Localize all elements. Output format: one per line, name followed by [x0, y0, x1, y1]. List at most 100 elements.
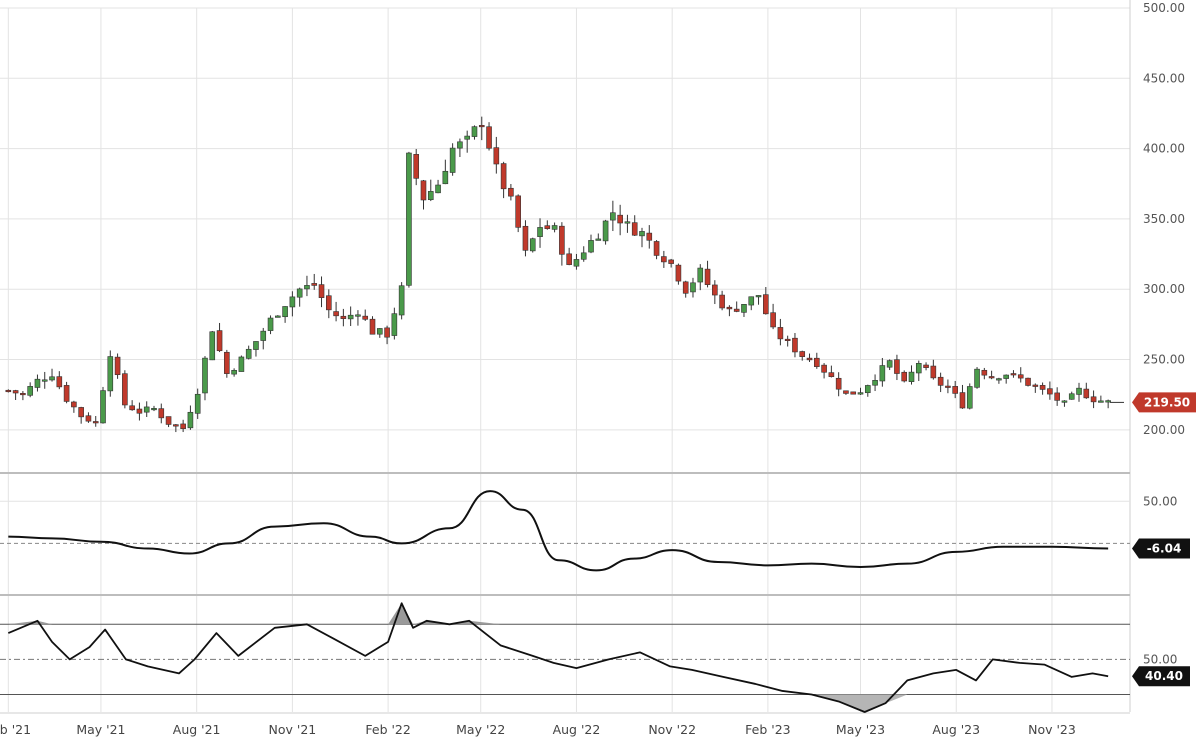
candle-body	[814, 357, 820, 367]
candle-body	[180, 423, 186, 430]
candle-body	[930, 365, 937, 379]
candle-body	[71, 401, 77, 408]
candle-body	[872, 380, 878, 386]
candle-body	[573, 259, 580, 267]
candle-body	[668, 259, 674, 264]
candle-body	[704, 268, 711, 285]
osc2-axis-tick-label: 50.00	[1143, 652, 1177, 666]
candle-body	[886, 360, 893, 368]
osc2-value-label: 40.40	[1145, 669, 1183, 683]
candle-body	[675, 264, 682, 282]
axis-layer: 500.00 450.00 400.00 350.00 300.00 250.00 200.…	[0, 1, 1185, 737]
candle-body	[376, 328, 383, 335]
candle-body	[661, 256, 667, 263]
candle-body	[828, 372, 835, 377]
candle-body	[187, 411, 194, 429]
price-axis-tick-label: 250.00	[1143, 353, 1185, 367]
candle-body	[267, 317, 274, 331]
time-axis-tick-label: Nov '23	[1028, 722, 1076, 737]
price-axis-tick-label: 400.00	[1143, 142, 1185, 156]
candle-body	[92, 421, 99, 424]
candle-body	[326, 295, 332, 311]
candle-body	[1017, 374, 1024, 379]
candle-body	[1010, 373, 1017, 376]
time-axis-tick-label: Nov '21	[269, 722, 317, 737]
candle-body	[486, 126, 492, 149]
candle-body	[347, 314, 354, 320]
candle-body	[1003, 374, 1009, 379]
candle-body	[122, 373, 128, 406]
candle-body	[355, 314, 361, 317]
candle-body	[318, 284, 325, 298]
price-panel: 219.50	[5, 116, 1196, 433]
candle-body	[733, 308, 740, 312]
candle-body	[835, 377, 842, 390]
candle-body	[981, 369, 988, 376]
candle-body	[78, 407, 84, 418]
candle-body	[915, 363, 922, 374]
candle-body	[799, 351, 806, 357]
candle-body	[719, 294, 725, 309]
price-axis-tick-label: 200.00	[1143, 423, 1185, 437]
candle-body	[551, 225, 558, 230]
candle-body	[1076, 387, 1082, 395]
price-axis-tick-label: 500.00	[1143, 1, 1185, 15]
candle-body	[165, 416, 172, 425]
candle-body	[20, 392, 26, 396]
time-axis-tick-label: May '23	[836, 722, 885, 737]
candle-body	[1068, 393, 1075, 400]
candle-body	[406, 152, 412, 286]
candle-body	[595, 238, 602, 241]
candle-body	[384, 327, 390, 338]
candle-body	[340, 315, 347, 319]
candle-body	[945, 385, 951, 388]
candle-body	[151, 408, 157, 411]
candle-body	[894, 359, 900, 374]
candle-body	[143, 406, 150, 413]
candle-body	[238, 356, 245, 372]
candle-body	[952, 386, 958, 394]
candle-body	[63, 385, 70, 402]
candle-body	[784, 338, 791, 341]
candle-body	[806, 357, 813, 361]
candle-body	[442, 170, 449, 185]
candle-body	[763, 294, 769, 315]
candle-body	[471, 126, 478, 137]
candle-body	[1054, 392, 1060, 401]
candle-body	[610, 212, 616, 221]
candle-body	[537, 227, 543, 237]
candle-body	[959, 392, 966, 409]
candle-body	[777, 327, 784, 340]
candle-body	[56, 376, 63, 388]
candle-body	[296, 288, 303, 298]
candle-body	[216, 330, 223, 352]
candle-body	[726, 306, 733, 310]
candle-body	[770, 312, 776, 328]
oscillator-panel-2: 40.40	[0, 602, 1190, 713]
price-axis-tick-label: 450.00	[1143, 71, 1185, 85]
candle-body	[974, 368, 980, 388]
candle-body	[500, 163, 507, 190]
candle-body	[362, 315, 369, 320]
osc1-line	[8, 490, 1109, 572]
candle-body	[996, 378, 1002, 381]
candle-body	[602, 220, 609, 242]
candle-body	[420, 180, 427, 201]
candle-body	[34, 378, 41, 388]
candle-body	[85, 415, 92, 422]
candle-body	[843, 390, 849, 394]
candle-body	[245, 348, 252, 359]
candle-body	[12, 390, 19, 394]
candle-body	[631, 222, 638, 236]
candle-body	[413, 154, 420, 179]
last-price-label: 219.50	[1144, 395, 1190, 409]
candle-body	[202, 357, 208, 394]
candle-body	[260, 330, 267, 341]
candle-body	[1090, 396, 1097, 403]
time-axis-tick-label: Aug '21	[173, 722, 221, 737]
candle-body	[173, 424, 179, 427]
candle-body	[682, 281, 689, 294]
time-axis-tick-label: Aug '23	[932, 722, 980, 737]
candle-body	[464, 135, 470, 140]
candle-body	[398, 285, 405, 316]
